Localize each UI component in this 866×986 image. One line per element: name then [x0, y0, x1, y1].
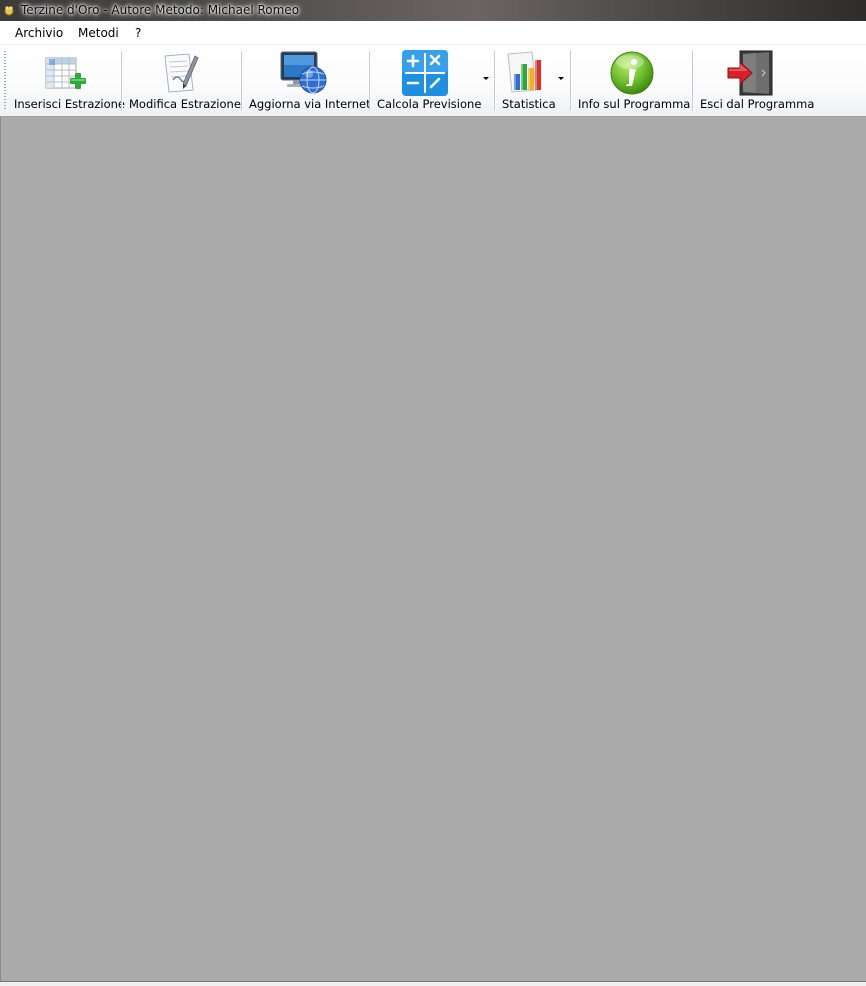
toolbar-separator [121, 51, 122, 111]
exit-door-icon [727, 50, 773, 96]
title-bar[interactable]: Terzine d'Oro - Autore Metodo: Michael R… [0, 0, 866, 21]
info-sul-programma-label: Info sul Programma [578, 97, 691, 111]
calcola-previsione-label: Calcola Previsione [377, 97, 482, 111]
aggiorna-via-internet-button[interactable]: Aggiorna via Internet [243, 45, 371, 116]
statistica-label: Statistica [502, 97, 556, 111]
menu-help[interactable]: ? [135, 26, 141, 40]
menu-archivio[interactable]: Archivio [15, 26, 63, 40]
bar-chart-icon [507, 51, 541, 93]
mdi-workspace[interactable] [0, 117, 866, 983]
toolbar-separator [692, 51, 693, 111]
menu-bar: Archivio Metodi ? [0, 21, 866, 45]
document-edit-icon [164, 53, 199, 93]
chevron-down-icon[interactable] [558, 77, 564, 80]
esci-dal-programma-label: Esci dal Programma [700, 97, 815, 111]
window-bottom-edge [0, 981, 866, 986]
statistica-button[interactable]: Statistica [496, 45, 568, 116]
toolbar-separator [570, 51, 571, 111]
chevron-down-icon[interactable] [483, 77, 489, 80]
menu-metodi[interactable]: Metodi [78, 26, 119, 40]
app-icon [4, 6, 14, 16]
esci-dal-programma-button[interactable]: Esci dal Programma [694, 45, 814, 116]
toolbar: Inserisci Estrazione Modifica Estrazione [0, 45, 866, 117]
calculator-icon [402, 50, 448, 96]
info-sul-programma-button[interactable]: Info sul Programma [572, 45, 690, 116]
window-title: Terzine d'Oro - Autore Metodo: Michael R… [21, 3, 300, 17]
modifica-estrazione-label: Modifica Estrazione [129, 97, 241, 111]
aggiorna-via-internet-label: Aggiorna via Internet [249, 97, 371, 111]
toolbar-separator [369, 51, 370, 111]
info-icon [610, 51, 654, 95]
modifica-estrazione-button[interactable]: Modifica Estrazione [123, 45, 241, 116]
calcola-previsione-button[interactable]: Calcola Previsione [371, 45, 493, 116]
table-add-icon [45, 57, 86, 89]
toolbar-separator [494, 51, 495, 111]
toolbar-grip[interactable] [4, 51, 6, 109]
monitor-globe-icon [280, 51, 327, 94]
inserisci-estrazione-button[interactable]: Inserisci Estrazione [8, 45, 125, 116]
inserisci-estrazione-label: Inserisci Estrazione [14, 97, 126, 111]
toolbar-separator [241, 51, 242, 111]
